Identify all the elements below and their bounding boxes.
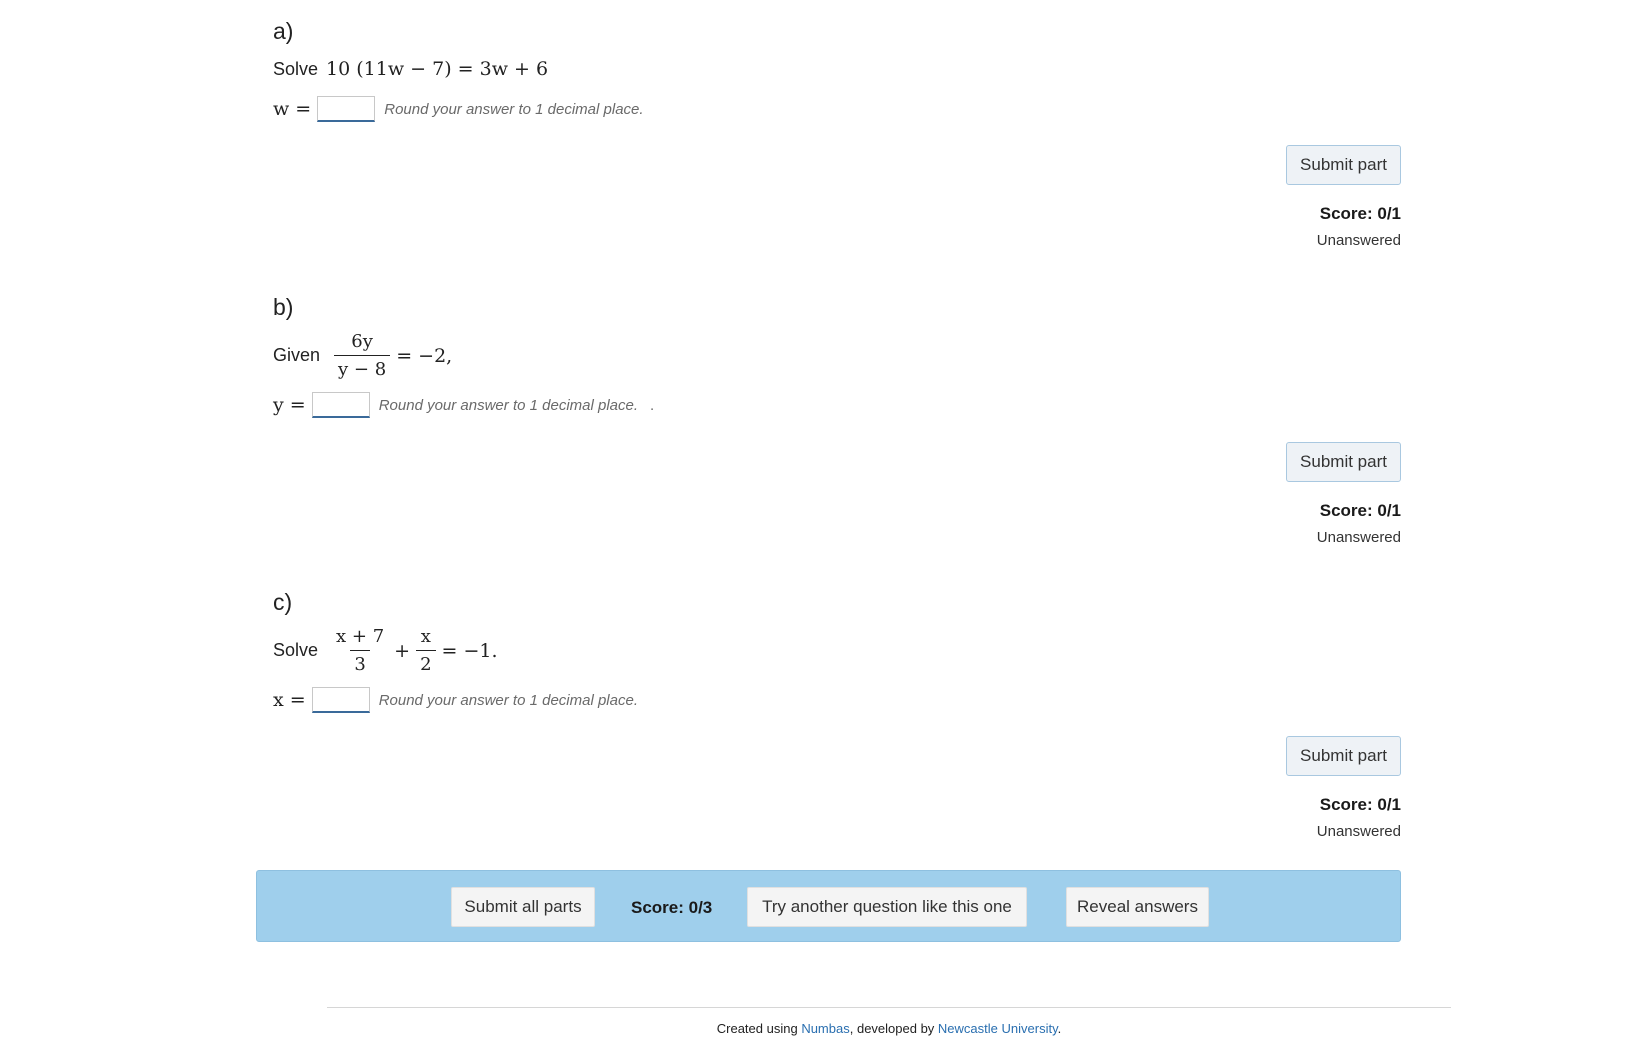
- numbas-link[interactable]: Numbas: [801, 1021, 849, 1036]
- fraction-numerator: x: [420, 626, 431, 647]
- part-label: c): [273, 589, 293, 615]
- answer-row: x = Round your answer to 1 decimal place…: [273, 687, 1401, 713]
- submit-part-button[interactable]: Submit part: [1286, 442, 1401, 482]
- variable-label: y =: [273, 394, 306, 416]
- try-another-question-button[interactable]: Try another question like this one: [747, 887, 1027, 927]
- prompt-word: Given: [273, 345, 321, 365]
- footer-middle: , developed by: [849, 1021, 938, 1036]
- answer-row: y = Round your answer to 1 decimal place…: [273, 392, 1401, 418]
- part-status: Unanswered: [1316, 232, 1401, 249]
- fraction-denominator: y − 8: [334, 355, 391, 380]
- fraction-numerator: 6y: [351, 331, 373, 352]
- part-status: Unanswered: [1316, 529, 1401, 546]
- answer-input-w[interactable]: [317, 96, 376, 122]
- fraction-denominator: 3: [350, 650, 370, 675]
- part-a: a) Solve 10 (11w − 7) = 3w + 6 w = Round…: [273, 20, 1401, 260]
- part-score: Score: 0/1: [1319, 795, 1401, 814]
- prompt-word: Solve: [273, 58, 319, 79]
- plus-sign: +: [394, 639, 411, 662]
- fraction-numerator: x + 7: [336, 626, 385, 647]
- equation-rest: = −1.: [441, 639, 498, 662]
- reveal-answers-button[interactable]: Reveal answers: [1066, 887, 1209, 927]
- submit-part-button[interactable]: Submit part: [1286, 145, 1401, 185]
- question-page: a) Solve 10 (11w − 7) = 3w + 6 w = Round…: [0, 0, 1650, 1054]
- part-prompt: Given 6y y − 8 = −2,: [273, 331, 1401, 380]
- newcastle-university-link[interactable]: Newcastle University: [938, 1021, 1058, 1036]
- part-score: Score: 0/1: [1319, 501, 1401, 520]
- part-c: c) Solve x + 7 3 + x 2 = −1. x = Round y…: [273, 591, 1401, 851]
- fraction-1: x + 7 3: [332, 626, 388, 675]
- submit-all-parts-button[interactable]: Submit all parts: [451, 887, 595, 927]
- variable-label: w =: [273, 98, 312, 120]
- variable-label: x =: [273, 689, 306, 711]
- answer-row: w = Round your answer to 1 decimal place…: [273, 96, 1401, 122]
- answer-input-x[interactable]: [311, 687, 370, 713]
- footer-prefix: Created using: [716, 1021, 802, 1036]
- trailing-period: .: [650, 396, 655, 414]
- part-score: Score: 0/1: [1319, 204, 1401, 223]
- part-prompt: Solve 10 (11w − 7) = 3w + 6: [273, 58, 1401, 80]
- part-status: Unanswered: [1316, 823, 1401, 840]
- answer-input-y[interactable]: [311, 392, 370, 418]
- equation-rest: = −2,: [396, 344, 453, 367]
- rounding-hint: Round your answer to 1 decimal place.: [384, 100, 644, 118]
- rounding-hint: Round your answer to 1 decimal place.: [378, 691, 638, 709]
- rounding-hint: Round your answer to 1 decimal place.: [378, 396, 639, 414]
- fraction: 6y y − 8: [334, 331, 391, 380]
- question-actions-bar: Submit all parts Score: 0/3 Try another …: [256, 870, 1401, 942]
- submit-part-button[interactable]: Submit part: [1286, 736, 1401, 776]
- part-prompt: Solve x + 7 3 + x 2 = −1.: [273, 626, 1401, 675]
- part-b: b) Given 6y y − 8 = −2, y = Round your a…: [273, 296, 1401, 556]
- prompt-word: Solve: [273, 640, 319, 660]
- total-score: Score: 0/3: [631, 898, 713, 917]
- fraction-2: x 2: [416, 626, 436, 675]
- part-label: a): [273, 18, 294, 44]
- footer-suffix: .: [1057, 1021, 1062, 1036]
- footer: Created using Numbas, developed by Newca…: [0, 1021, 1650, 1036]
- part-label: b): [273, 294, 294, 320]
- footer-divider: [327, 1007, 1451, 1008]
- equation: 10 (11w − 7) = 3w + 6: [326, 58, 549, 80]
- fraction-denominator: 2: [416, 650, 436, 675]
